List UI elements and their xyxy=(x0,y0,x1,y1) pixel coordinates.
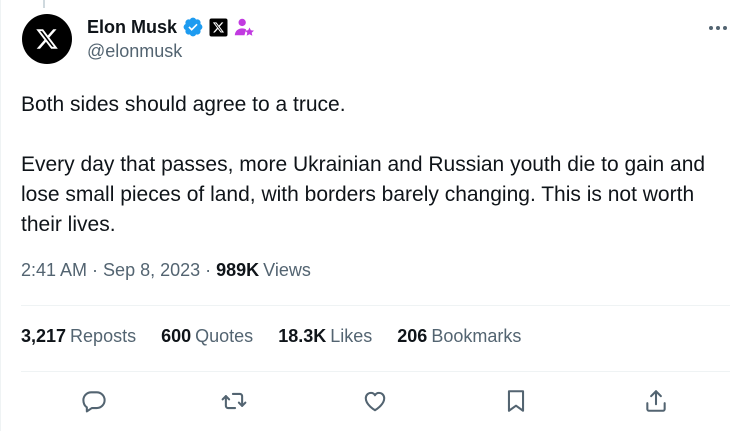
tweet-time[interactable]: 2:41 AM xyxy=(21,260,87,281)
stat-count: 600 xyxy=(161,326,192,346)
stat-count: 18.3K xyxy=(278,326,327,346)
meta-separator: · xyxy=(87,260,104,280)
repost-icon xyxy=(221,392,247,410)
author-name[interactable]: Elon Musk xyxy=(87,17,177,38)
reply-button[interactable] xyxy=(76,383,112,419)
verified-badge-icon[interactable] xyxy=(182,16,204,38)
views-label: Views xyxy=(263,260,311,280)
engagement-stats: 3,217 Reposts 600 Quotes 18.3K Likes 206… xyxy=(21,326,546,347)
stat-label: Quotes xyxy=(195,326,254,346)
divider xyxy=(21,305,730,306)
tweet-paragraph: Both sides should agree to a truce. xyxy=(21,93,346,116)
meta-separator: · xyxy=(200,260,217,280)
thread-left-border xyxy=(0,0,1,431)
tweet-meta: 2:41 AM · Sep 8, 2023 · 989K Views xyxy=(21,260,311,281)
like-icon xyxy=(364,391,386,412)
avatar[interactable] xyxy=(22,14,72,64)
bookmark-icon xyxy=(507,390,525,412)
stat-label: Bookmarks xyxy=(431,326,522,346)
divider xyxy=(21,371,730,372)
stat-bookmarks[interactable]: 206 Bookmarks xyxy=(397,326,521,347)
stat-count: 3,217 xyxy=(21,326,67,346)
bookmark-button[interactable] xyxy=(498,383,534,419)
thread-connector-line xyxy=(43,0,45,8)
stat-likes[interactable]: 18.3K Likes xyxy=(278,326,372,347)
author-handle[interactable]: @elonmusk xyxy=(87,41,182,62)
stat-count: 206 xyxy=(397,326,428,346)
action-bar xyxy=(0,383,748,419)
views-count: 989K xyxy=(216,260,260,280)
more-options-icon[interactable] xyxy=(706,18,730,38)
tweet-text: Both sides should agree to a truce. Ever… xyxy=(21,90,736,240)
x-affiliate-badge-icon[interactable] xyxy=(209,18,228,37)
stat-label: Likes xyxy=(330,326,373,346)
stat-quotes[interactable]: 600 Quotes xyxy=(161,326,253,347)
share-button[interactable] xyxy=(638,383,674,419)
stat-label: Reposts xyxy=(70,326,137,346)
author-name-row: Elon Musk xyxy=(87,15,255,39)
like-button[interactable] xyxy=(357,383,393,419)
person-star-badge-icon[interactable] xyxy=(233,16,255,38)
share-icon xyxy=(646,390,666,412)
tweet-paragraph: Every day that passes, more Ukrainian an… xyxy=(21,153,706,236)
stat-reposts[interactable]: 3,217 Reposts xyxy=(21,326,136,347)
repost-button[interactable] xyxy=(216,383,252,419)
tweet-date[interactable]: Sep 8, 2023 xyxy=(103,260,200,281)
reply-icon xyxy=(82,391,106,413)
x-logo-icon xyxy=(36,29,58,49)
